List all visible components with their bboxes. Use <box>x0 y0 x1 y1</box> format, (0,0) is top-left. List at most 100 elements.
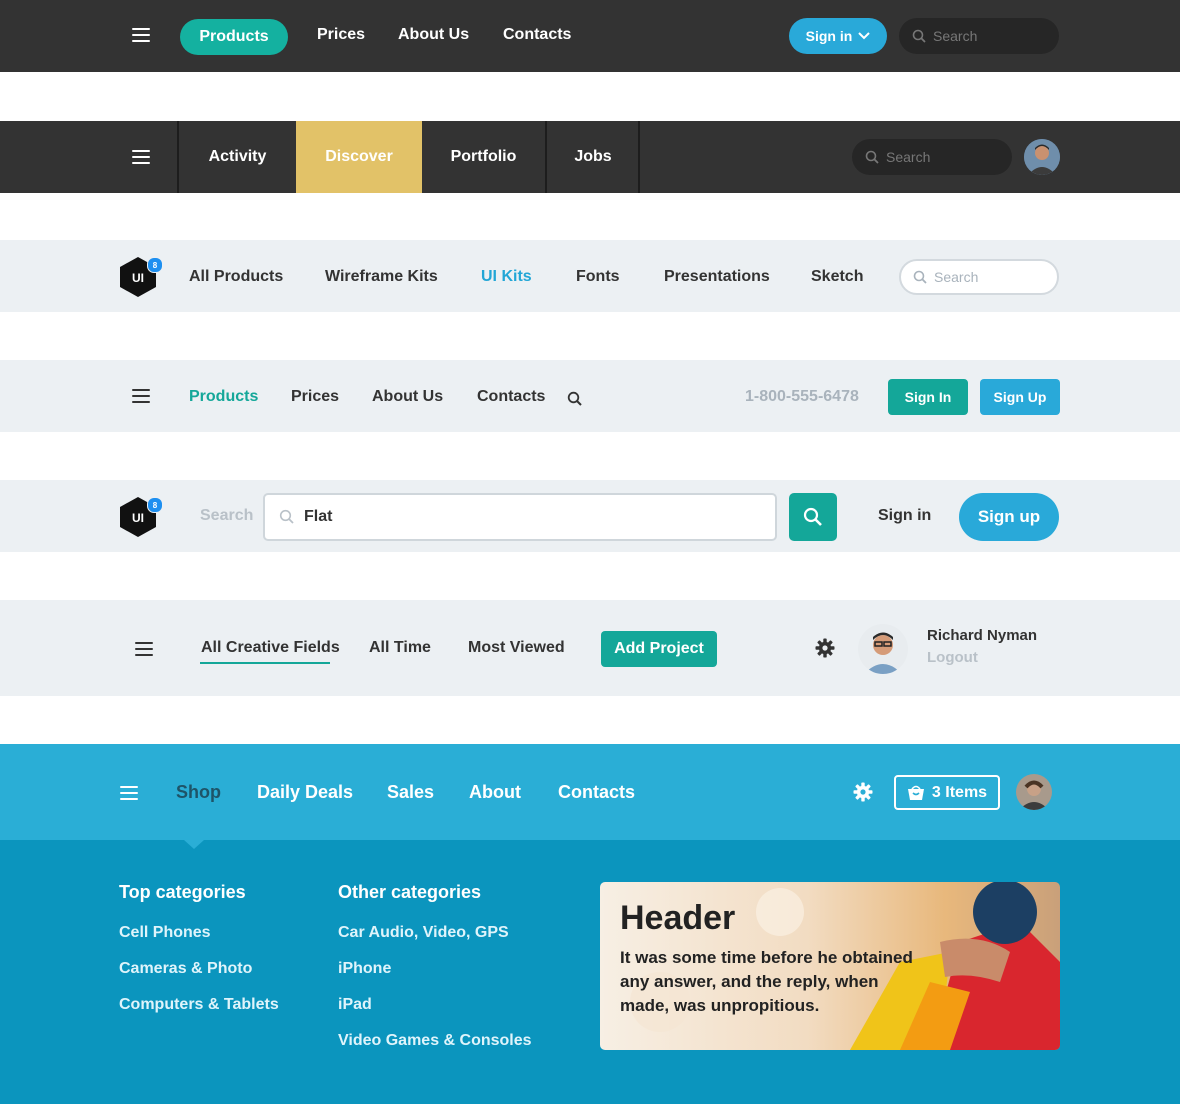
signup-button[interactable]: Sign Up <box>980 379 1060 415</box>
category-link[interactable]: Car Audio, Video, GPS <box>338 924 509 942</box>
search-icon[interactable] <box>567 391 583 407</box>
tab-label: Portfolio <box>450 148 517 165</box>
tab-portfolio[interactable]: Portfolio <box>422 121 545 193</box>
avatar[interactable] <box>1016 774 1052 810</box>
nav-link-all-creative-fields[interactable]: All Creative Fields <box>201 639 340 657</box>
navbar-search-5: UI 8 Search Flat Sign in Sign up <box>0 480 1180 552</box>
search-icon <box>803 507 822 526</box>
basket-icon <box>907 785 924 800</box>
chevron-down-icon <box>858 32 871 40</box>
search-input[interactable]: Search <box>899 259 1059 295</box>
category-link[interactable]: iPad <box>338 996 372 1014</box>
search-input[interactable]: Search <box>852 139 1012 175</box>
promo-card[interactable]: Header It was some time before he obtain… <box>600 882 1060 1050</box>
signin-dropdown-button[interactable]: Sign in <box>789 18 887 54</box>
signup-label: Sign Up <box>993 389 1047 405</box>
tab-activity[interactable]: Activity <box>177 121 296 193</box>
avatar[interactable] <box>858 624 908 674</box>
svg-text:UI: UI <box>132 271 144 285</box>
category-link[interactable]: Cameras & Photo <box>119 960 252 978</box>
divider <box>638 121 640 193</box>
nav-link-sketch[interactable]: Sketch <box>811 268 863 286</box>
user-name: Richard Nyman <box>927 627 1038 644</box>
category-link[interactable]: Computers & Tablets <box>119 996 279 1014</box>
search-label: Search <box>200 507 254 524</box>
add-project-label: Add Project <box>614 640 704 657</box>
nav-link-about[interactable]: About <box>469 782 521 803</box>
menu-icon[interactable] <box>132 389 150 403</box>
menu-icon[interactable] <box>135 642 153 656</box>
navbar-shop-7: Shop Daily Deals Sales About Contacts 3 … <box>0 744 1180 840</box>
nav-link-about[interactable]: About Us <box>372 388 443 406</box>
navbar-profile-6: All Creative Fields All Time Most Viewed… <box>0 600 1180 696</box>
tab-label: Jobs <box>574 148 612 165</box>
nav-products-button[interactable]: Products <box>180 19 288 55</box>
nav-link-wireframe-kits[interactable]: Wireframe Kits <box>325 268 438 286</box>
tab-label: Discover <box>325 148 393 165</box>
search-submit-button[interactable] <box>789 493 837 541</box>
gear-icon[interactable] <box>815 638 835 658</box>
search-icon <box>279 509 294 524</box>
menu-icon[interactable] <box>120 786 138 800</box>
add-project-button[interactable]: Add Project <box>601 631 717 667</box>
signup-label: Sign up <box>977 507 1041 526</box>
cart-button[interactable]: 3 Items <box>894 775 1000 810</box>
signin-link[interactable]: Sign in <box>878 507 931 525</box>
signin-button[interactable]: Sign In <box>888 379 968 415</box>
logo-badge: 8 <box>147 257 163 273</box>
nav-link-all-time[interactable]: All Time <box>369 639 431 657</box>
navbar-light-3: UI 8 All Products Wireframe Kits UI Kits… <box>0 240 1180 312</box>
nav-link-contacts[interactable]: Contacts <box>477 388 545 406</box>
user-avatar-image <box>1024 139 1060 175</box>
cart-label: 3 Items <box>931 783 988 801</box>
nav-link-prices[interactable]: Prices <box>291 388 339 406</box>
logo[interactable]: UI 8 <box>118 255 163 299</box>
menu-icon[interactable] <box>132 150 150 164</box>
navbar-dark-2: Activity Discover Portfolio Jobs Search <box>0 121 1180 193</box>
search-input[interactable]: Flat <box>263 493 777 541</box>
mega-menu: Top categories Cell Phones Cameras & Pho… <box>0 840 1180 1104</box>
signin-label: Sign in <box>805 28 853 44</box>
logout-link[interactable]: Logout <box>927 649 978 666</box>
signup-button[interactable]: Sign up <box>959 493 1059 541</box>
nav-link-contacts[interactable]: Contacts <box>558 782 635 803</box>
category-link[interactable]: iPhone <box>338 960 391 978</box>
nav-link-ui-kits[interactable]: UI Kits <box>481 268 532 286</box>
search-placeholder: Search <box>934 269 979 285</box>
navbar-light-4: Products Prices About Us Contacts 1-800-… <box>0 360 1180 432</box>
logo-badge: 8 <box>147 497 163 513</box>
category-link[interactable]: Video Games & Consoles <box>338 1032 532 1050</box>
nav-link-daily-deals[interactable]: Daily Deals <box>257 782 353 803</box>
gear-icon[interactable] <box>853 782 873 802</box>
nav-link-about[interactable]: About Us <box>398 26 469 44</box>
phone-number: 1-800-555-6478 <box>745 388 859 405</box>
search-icon <box>912 29 926 43</box>
nav-link-shop[interactable]: Shop <box>176 782 221 803</box>
nav-link-presentations[interactable]: Presentations <box>664 268 770 286</box>
nav-link-most-viewed[interactable]: Most Viewed <box>468 639 565 657</box>
svg-text:UI: UI <box>132 511 144 525</box>
search-icon <box>913 270 927 284</box>
search-input[interactable]: Search <box>899 18 1059 54</box>
active-pointer-caret <box>184 840 204 849</box>
user-avatar-image <box>1016 774 1052 810</box>
menu-icon[interactable] <box>132 28 150 42</box>
nav-link-all-products[interactable]: All Products <box>189 268 283 286</box>
user-avatar-image <box>858 624 908 674</box>
nav-link-sales[interactable]: Sales <box>387 782 434 803</box>
avatar[interactable] <box>1024 139 1060 175</box>
logo[interactable]: UI 8 <box>118 495 163 539</box>
search-value: Flat <box>304 508 333 525</box>
tab-jobs[interactable]: Jobs <box>545 121 639 193</box>
promo-text: It was some time before he obtained any … <box>620 948 913 1015</box>
search-placeholder: Search <box>886 149 931 165</box>
nav-link-fonts[interactable]: Fonts <box>576 268 620 286</box>
nav-link-contacts[interactable]: Contacts <box>503 26 571 44</box>
navbar-dark-1: Products Prices About Us Contacts Sign i… <box>0 0 1180 72</box>
tab-label: Activity <box>208 148 267 165</box>
nav-link-products[interactable]: Products <box>189 388 258 406</box>
category-link[interactable]: Cell Phones <box>119 924 211 942</box>
tab-discover[interactable]: Discover <box>296 121 422 193</box>
nav-link-prices[interactable]: Prices <box>317 26 365 44</box>
active-underline <box>200 662 330 664</box>
